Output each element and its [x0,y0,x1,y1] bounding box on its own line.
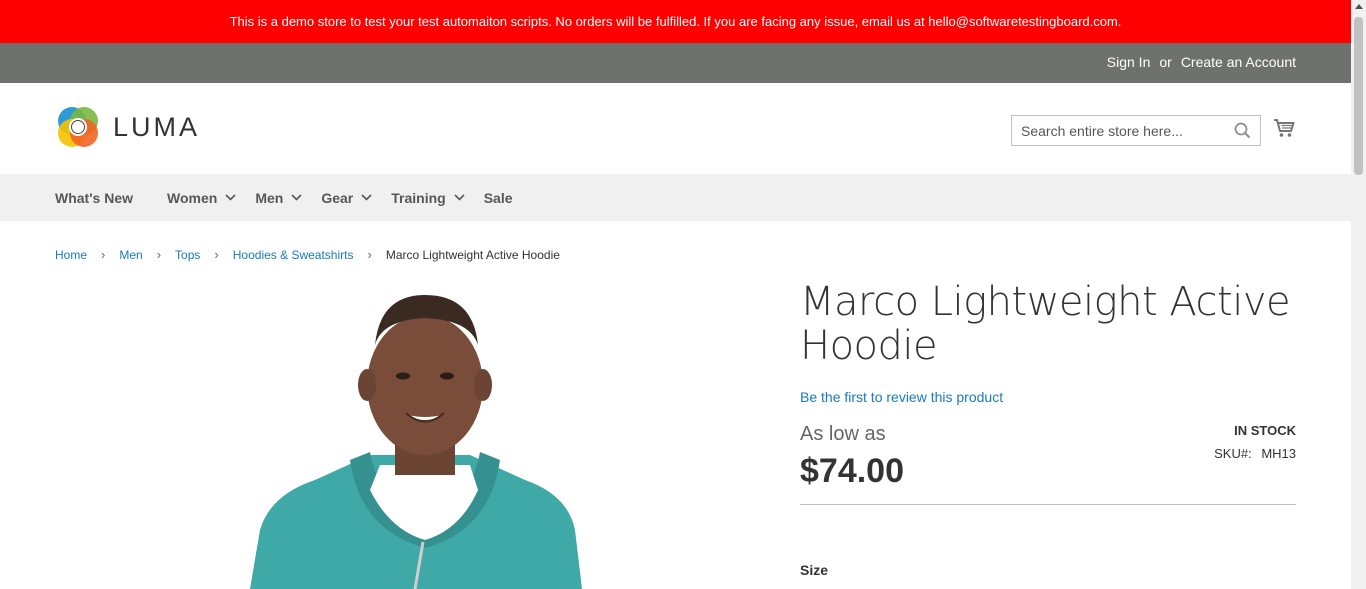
breadcrumb-separator-icon: › [367,247,372,262]
breadcrumb-current: Marco Lightweight Active Hoodie [385,247,560,262]
product-photo [250,295,582,589]
nav-item-label: Women [167,189,218,206]
luma-logo[interactable]: LUMA [55,104,200,150]
nav-item-label: Gear [321,189,354,206]
nav-item-label: Training [391,189,446,206]
breadcrumb: Home › Men › Tops › Hoodies & Sweatshirt… [55,247,560,262]
site-header: LUMA [0,83,1351,174]
sku-row: SKU#: MH13 [1214,446,1296,461]
stock-sku-block: In stock SKU#: MH13 [1214,423,1296,461]
breadcrumb-separator-icon: › [214,247,219,262]
scroll-up-arrow-icon[interactable] [1355,4,1363,9]
size-label: Size [800,562,829,578]
sku-value: MH13 [1261,446,1296,461]
chevron-down-icon [291,194,302,201]
page-scrollbar[interactable] [1351,0,1366,589]
cart-icon[interactable] [1273,118,1295,143]
chevron-down-icon [454,194,465,201]
price-section: As low as $74.00 In stock SKU#: MH13 [800,423,1296,505]
search-input[interactable] [1012,116,1222,145]
nav-item-label: What's New [55,189,134,206]
breadcrumb-separator-icon: › [101,247,106,262]
nav-item-label: Sale [483,189,513,206]
chevron-down-icon [225,194,236,201]
nav-item-women[interactable]: Women [167,190,236,206]
demo-notice-text: This is a demo store to test your test a… [229,14,1122,29]
breadcrumb-hoodies-sweatshirts[interactable]: Hoodies & Sweatshirts [233,248,354,262]
nav-item-training[interactable]: Training [391,189,465,206]
luma-logo-icon [58,107,98,147]
nav-item-men[interactable]: Men [255,190,302,206]
chevron-down-icon [361,194,372,201]
header-panel: Sign In or Create an Account [0,43,1351,83]
header-links: Sign In or Create an Account [1107,54,1296,70]
demo-notice-banner: This is a demo store to test your test a… [0,0,1351,43]
scrollbar-thumb[interactable] [1354,17,1363,175]
product-info-main: Marco Lightweight Active Hoodie Be the f… [800,280,1296,578]
breadcrumb-separator-icon: › [156,247,162,262]
product-title-line-1: Marco Lightweight Active [800,279,1291,325]
product-title-line-2: Hoodie [800,323,938,369]
product-main-image[interactable] [230,290,610,589]
product-title: Marco Lightweight Active Hoodie [800,280,1296,368]
logo-text: LUMA [113,111,201,142]
breadcrumb-home[interactable]: Home [55,248,87,262]
sku-label: SKU#: [1214,446,1252,461]
search-icon[interactable] [1234,122,1251,142]
stock-status: In stock [1234,423,1296,438]
search-box [1011,115,1261,146]
nav-item-gear[interactable]: Gear [321,190,372,206]
create-account-link[interactable]: Create an Account [1181,54,1296,70]
or-separator: or [1159,54,1172,70]
nav-item-label: Men [255,189,284,206]
breadcrumb-tops[interactable]: Tops [175,248,200,262]
add-review-link[interactable]: Be the first to review this product [800,389,1296,405]
sign-in-link[interactable]: Sign In [1107,54,1151,70]
breadcrumb-men[interactable]: Men [119,248,142,262]
main-navigation: What's New Women Men Gear Training Sale [0,174,1351,221]
nav-item-sale[interactable]: Sale [484,190,513,206]
nav-item-whats-new[interactable]: What's New [55,190,133,206]
